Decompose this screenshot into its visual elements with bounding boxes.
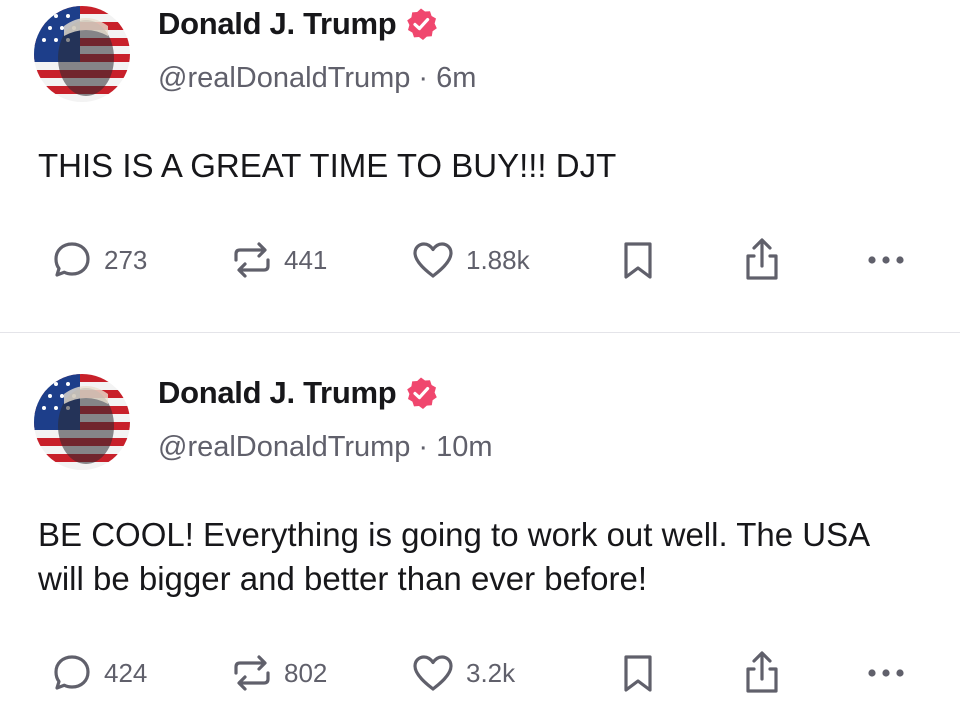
action-bar: 273 441 1.88k: [0, 230, 960, 290]
like-icon: [413, 242, 453, 278]
more-icon: [868, 669, 904, 677]
verified-badge-icon: [404, 376, 438, 410]
share-icon: [746, 238, 778, 280]
reply-icon: [54, 655, 90, 690]
like-count: 1.88k: [466, 244, 530, 275]
post-time[interactable]: 6m: [436, 62, 476, 94]
like-count: 3.2k: [466, 657, 516, 688]
post-time[interactable]: 10m: [436, 431, 492, 463]
reply-button[interactable]: 273: [50, 230, 147, 290]
avatar-image: [34, 374, 130, 470]
more-icon: [868, 256, 904, 264]
avatar-image: [34, 6, 130, 102]
bookmark-icon: [624, 242, 652, 279]
share-button[interactable]: [740, 643, 784, 703]
like-button[interactable]: 3.2k: [410, 643, 515, 703]
repost-count: 441: [284, 244, 328, 275]
post-meta: @realDonaldTrump · 6m: [158, 62, 476, 95]
share-icon: [746, 651, 778, 693]
bookmark-button[interactable]: [618, 643, 658, 703]
more-button[interactable]: [862, 643, 910, 703]
author-name[interactable]: Donald J. Trump: [158, 375, 397, 411]
share-button[interactable]: [740, 230, 784, 290]
more-button[interactable]: [862, 230, 910, 290]
author-name[interactable]: Donald J. Trump: [158, 6, 397, 42]
post-text: BE COOL! Everything is going to work out…: [38, 516, 869, 597]
meta-separator: ·: [418, 431, 429, 463]
post-meta: @realDonaldTrump · 10m: [158, 431, 493, 464]
avatar[interactable]: [34, 374, 130, 470]
meta-separator: ·: [418, 62, 429, 94]
repost-button[interactable]: 802: [230, 643, 327, 703]
post[interactable]: Donald J. Trump @realDonaldTrump · 10m BE …: [0, 333, 960, 716]
repost-button[interactable]: 441: [230, 230, 327, 290]
avatar[interactable]: [34, 6, 130, 102]
author-handle[interactable]: @realDonaldTrump: [158, 62, 410, 94]
reply-count: 273: [104, 244, 148, 275]
reply-icon: [54, 242, 90, 277]
bookmark-icon: [624, 655, 652, 692]
post[interactable]: Donald J. Trump @realDonaldTrump · 6m THIS…: [0, 0, 960, 332]
like-button[interactable]: 1.88k: [410, 230, 530, 290]
like-icon: [413, 655, 453, 691]
verified-badge-icon: [404, 7, 438, 41]
reply-count: 424: [104, 657, 148, 688]
repost-icon: [234, 242, 270, 278]
author-handle[interactable]: @realDonaldTrump: [158, 431, 410, 463]
repost-icon: [234, 655, 270, 691]
bookmark-button[interactable]: [618, 230, 658, 290]
post-text: THIS IS A GREAT TIME TO BUY!!! DJT: [38, 147, 617, 184]
reply-button[interactable]: 424: [50, 643, 147, 703]
repost-count: 802: [284, 657, 328, 688]
action-bar: 424 802 3.2k: [0, 643, 960, 703]
